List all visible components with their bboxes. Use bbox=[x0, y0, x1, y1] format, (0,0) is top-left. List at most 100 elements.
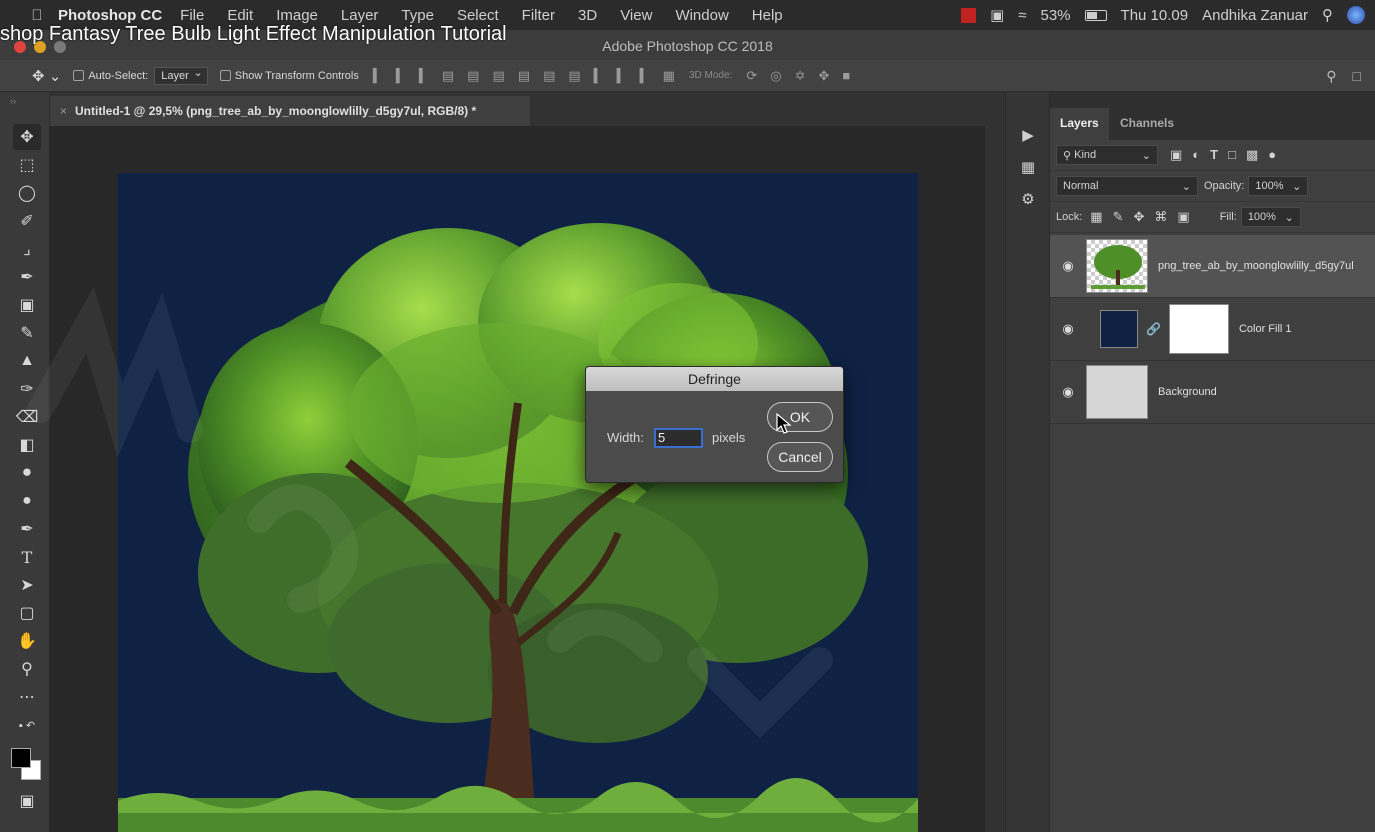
foreground-color[interactable] bbox=[11, 748, 31, 768]
lock-all-icon[interactable]: ▣ bbox=[1177, 209, 1189, 225]
history-brush-tool-icon[interactable]: ✑ bbox=[13, 376, 41, 402]
align-left-icon[interactable]: ▤ bbox=[442, 68, 454, 84]
shape-tool-icon[interactable]: ▢ bbox=[13, 600, 41, 626]
hand-tool-icon[interactable]: ✋ bbox=[13, 628, 41, 654]
user-name[interactable]: Andhika Zanuar bbox=[1202, 7, 1308, 24]
grid-icon[interactable]: ▦ bbox=[1014, 154, 1042, 180]
slide-3d-icon[interactable]: ✥ bbox=[818, 68, 829, 84]
more-tools-icon[interactable]: ⋯ bbox=[13, 684, 41, 710]
brush-tool-icon[interactable]: ✎ bbox=[13, 320, 41, 346]
visibility-eye-icon[interactable]: ◉ bbox=[1050, 258, 1086, 274]
visibility-eye-icon[interactable]: ◉ bbox=[1050, 384, 1086, 400]
layer-mask-thumbnail[interactable] bbox=[1168, 304, 1229, 354]
auto-align-icon[interactable]: ▦ bbox=[663, 68, 675, 84]
width-input[interactable]: 5 bbox=[654, 428, 703, 448]
menu-select[interactable]: Select bbox=[457, 7, 499, 24]
scale-3d-icon[interactable]: ■ bbox=[842, 68, 850, 84]
distribute-right-icon[interactable]: ▍ bbox=[640, 68, 650, 84]
menu-layer[interactable]: Layer bbox=[341, 7, 379, 24]
lock-pixels-icon[interactable]: ✎ bbox=[1113, 209, 1124, 225]
layer-row-tree[interactable]: ◉ png_tree_ab_by_moonglowlilly_d5gy7ul bbox=[1050, 235, 1375, 298]
type-tool-icon[interactable]: T bbox=[13, 544, 41, 570]
distribute-left-icon[interactable]: ▍ bbox=[594, 68, 604, 84]
distribute-top-icon[interactable]: ▤ bbox=[518, 68, 530, 84]
play-actions-icon[interactable]: ▶ bbox=[1014, 122, 1042, 148]
layer-row-color-fill[interactable]: ◉ 🔗 Color Fill 1 bbox=[1050, 298, 1375, 361]
menu-file[interactable]: File bbox=[180, 7, 204, 24]
lasso-tool-icon[interactable]: ◯ bbox=[13, 180, 41, 206]
siri-icon[interactable] bbox=[1347, 6, 1365, 24]
record-icon[interactable] bbox=[961, 7, 977, 23]
apple-icon[interactable]:  bbox=[22, 7, 52, 24]
align-top-icon[interactable]: ▍ bbox=[373, 68, 383, 84]
menu-3d[interactable]: 3D bbox=[578, 7, 597, 24]
cancel-button[interactable]: Cancel bbox=[767, 442, 833, 472]
layer-row-background[interactable]: ◉ Background bbox=[1050, 361, 1375, 424]
menu-type[interactable]: Type bbox=[401, 7, 434, 24]
clock[interactable]: Thu 10.09 bbox=[1121, 7, 1189, 24]
opacity-field[interactable]: 100% ⌄ bbox=[1248, 176, 1309, 196]
spotlight-icon[interactable]: ⚲ bbox=[1322, 6, 1333, 24]
smart-object-filter-icon[interactable]: ▩ bbox=[1246, 147, 1258, 163]
layer-kind-filter[interactable]: ⚲ Kind ⌄ bbox=[1056, 145, 1158, 165]
gradient-tool-icon[interactable]: ◧ bbox=[13, 432, 41, 458]
move-tool-preset-icon[interactable]: ✥ ⌄ bbox=[32, 67, 61, 85]
close-document-icon[interactable]: × bbox=[60, 104, 67, 118]
eyedropper-tool-icon[interactable]: ✒ bbox=[13, 264, 41, 290]
menu-view[interactable]: View bbox=[620, 7, 652, 24]
app-name[interactable]: Photoshop CC bbox=[58, 7, 162, 24]
search-icon[interactable]: ⚲ bbox=[1326, 68, 1336, 85]
path-select-tool-icon[interactable]: ➤ bbox=[13, 572, 41, 598]
orbit-3d-icon[interactable]: ⟳ bbox=[746, 68, 757, 84]
collapse-toolbar-icon[interactable]: ›› bbox=[10, 96, 49, 106]
distribute-bottom-icon[interactable]: ▤ bbox=[568, 68, 580, 84]
airplay-icon[interactable]: ▣ bbox=[990, 6, 1004, 24]
quick-mask-icon[interactable]: ▣ bbox=[13, 788, 41, 814]
lock-position-icon[interactable]: ✥ bbox=[1134, 209, 1145, 225]
quick-select-tool-icon[interactable]: ✐ bbox=[13, 208, 41, 234]
properties-icon[interactable]: ⚙ bbox=[1014, 186, 1042, 212]
menu-image[interactable]: Image bbox=[276, 7, 318, 24]
menu-edit[interactable]: Edit bbox=[227, 7, 253, 24]
document-canvas[interactable] bbox=[118, 173, 918, 832]
tab-layers[interactable]: Layers bbox=[1050, 108, 1109, 140]
swap-colors-icon[interactable]: ▪ ↶ bbox=[13, 712, 41, 738]
lock-transparency-icon[interactable]: ▦ bbox=[1090, 209, 1102, 225]
pen-tool-icon[interactable]: ✒ bbox=[13, 516, 41, 542]
menu-help[interactable]: Help bbox=[752, 7, 783, 24]
link-icon[interactable]: 🔗 bbox=[1146, 322, 1161, 336]
canvas-scrollbar[interactable] bbox=[985, 126, 1005, 832]
document-tab[interactable]: × Untitled-1 @ 29,5% (png_tree_ab_by_moo… bbox=[50, 96, 530, 126]
battery-icon[interactable] bbox=[1084, 9, 1107, 21]
tab-channels[interactable]: Channels bbox=[1110, 108, 1184, 140]
distribute-hcenter-icon[interactable]: ▍ bbox=[617, 68, 627, 84]
dodge-tool-icon[interactable]: ● bbox=[13, 488, 41, 514]
align-bottom-icon[interactable]: ▍ bbox=[419, 68, 429, 84]
fill-field[interactable]: 100% ⌄ bbox=[1240, 207, 1301, 227]
type-filter-icon[interactable]: T bbox=[1210, 147, 1218, 163]
blend-mode-select[interactable]: Normal ⌄ bbox=[1056, 176, 1198, 196]
filter-toggle-icon[interactable]: ● bbox=[1268, 147, 1276, 163]
pixel-filter-icon[interactable]: ▣ bbox=[1170, 147, 1182, 163]
menu-filter[interactable]: Filter bbox=[522, 7, 555, 24]
eraser-tool-icon[interactable]: ⌫ bbox=[13, 404, 41, 430]
align-vcenter-icon[interactable]: ▍ bbox=[396, 68, 406, 84]
zoom-tool-icon[interactable]: ⚲ bbox=[13, 656, 41, 682]
wifi-icon[interactable]: ≈ bbox=[1018, 7, 1026, 24]
auto-select-dropdown[interactable]: Layer bbox=[154, 66, 208, 85]
crop-tool-icon[interactable]: ⌟ bbox=[13, 236, 41, 262]
align-hcenter-icon[interactable]: ▤ bbox=[467, 68, 479, 84]
fill-color-thumbnail[interactable] bbox=[1100, 310, 1138, 348]
align-right-icon[interactable]: ▤ bbox=[492, 68, 504, 84]
marquee-tool-icon[interactable]: ⬚ bbox=[13, 152, 41, 178]
shape-filter-icon[interactable]: □ bbox=[1228, 147, 1236, 163]
drag-3d-icon[interactable]: ✡ bbox=[795, 68, 806, 84]
roll-3d-icon[interactable]: ◎ bbox=[770, 68, 781, 84]
menu-window[interactable]: Window bbox=[675, 7, 728, 24]
show-transform-checkbox[interactable] bbox=[219, 70, 231, 81]
visibility-eye-icon[interactable]: ◉ bbox=[1050, 321, 1086, 337]
healing-tool-icon[interactable]: ▣ bbox=[13, 292, 41, 318]
adjustment-filter-icon[interactable]: ◐ bbox=[1192, 147, 1200, 163]
move-tool-icon[interactable]: ✥ bbox=[13, 124, 41, 150]
workspace-icon[interactable]: □ bbox=[1353, 68, 1361, 85]
